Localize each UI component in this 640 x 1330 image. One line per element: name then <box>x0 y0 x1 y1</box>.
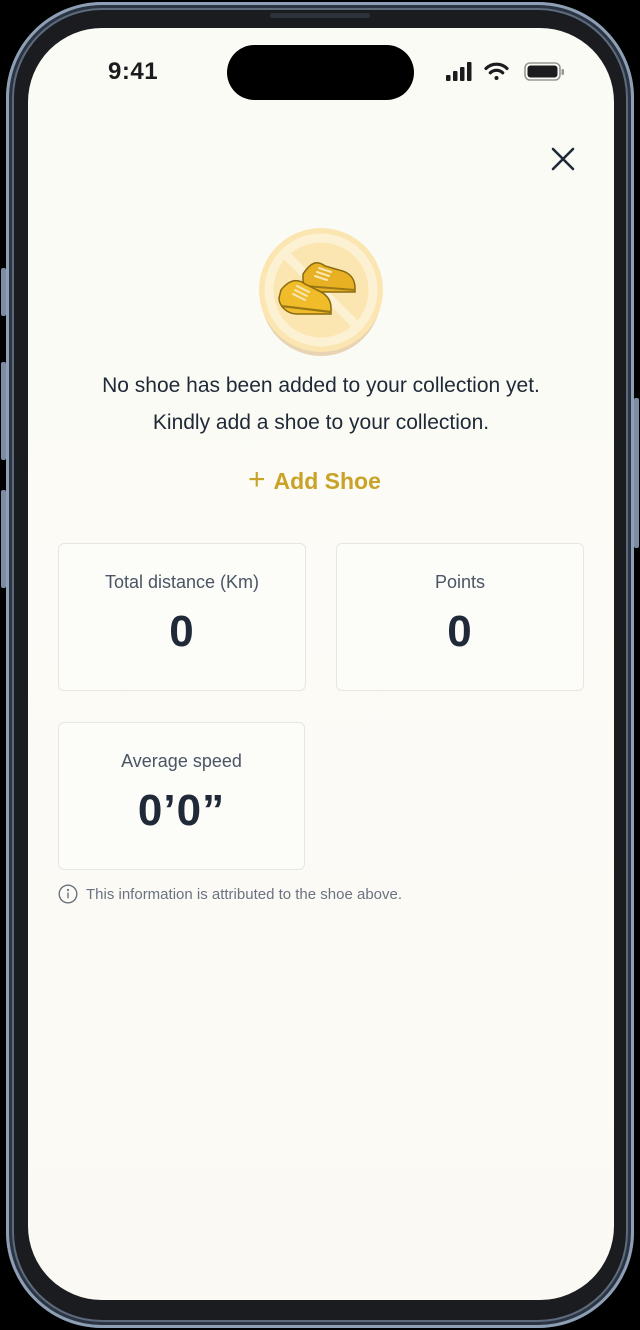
power-button <box>634 398 639 548</box>
no-shoe-icon <box>259 228 383 356</box>
points-label: Points <box>434 572 486 592</box>
app-screen: 9:41 No shoe has been added to your coll… <box>28 28 614 1300</box>
wifi-icon <box>484 62 509 80</box>
cellular-signal-icon <box>446 62 472 81</box>
points-value: 0 <box>447 607 473 656</box>
total-distance-label: Total distance (Km) <box>104 572 260 592</box>
info-note: This information is attributed to the sh… <box>58 884 402 904</box>
average-speed-label: Average speed <box>121 751 242 771</box>
add-shoe-label: Add Shoe <box>273 467 381 494</box>
dynamic-island <box>227 45 414 100</box>
average-speed-card: Average speed 0’0” <box>58 722 305 870</box>
status-time: 9:41 <box>108 58 159 85</box>
close-icon <box>551 147 575 171</box>
plus-icon: + <box>248 462 266 496</box>
status-icons <box>446 62 564 81</box>
earpiece-speaker <box>270 13 370 18</box>
average-speed-value: 0’0” <box>137 786 226 835</box>
total-distance-card: Total distance (Km) 0 <box>58 543 306 691</box>
volume-up-button <box>1 362 6 460</box>
add-shoe-button[interactable]: + Add Shoe <box>248 462 381 497</box>
points-card: Points 0 <box>336 543 584 691</box>
info-text: This information is attributed to the sh… <box>86 885 403 903</box>
empty-state-hint: Kindly add a shoe to your collection. <box>152 411 490 434</box>
total-distance-value: 0 <box>169 607 195 656</box>
action-button <box>1 268 6 316</box>
close-button[interactable] <box>548 144 578 174</box>
info-icon <box>58 884 78 904</box>
volume-down-button <box>1 490 6 588</box>
battery-icon <box>524 62 564 81</box>
empty-state-message: No shoe has been added to your collectio… <box>102 374 540 397</box>
